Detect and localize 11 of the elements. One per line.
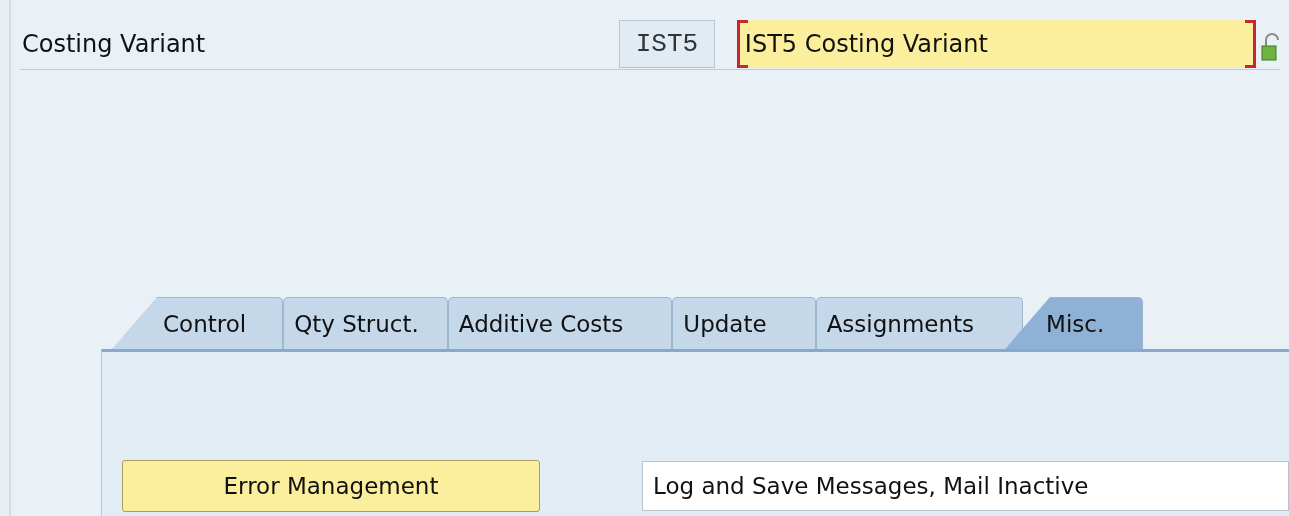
value-field[interactable]: Log and Save Messages, Mail Inactive xyxy=(642,461,1289,511)
tab[interactable]: Update xyxy=(672,297,816,349)
tab[interactable]: Misc. xyxy=(1005,297,1144,349)
tab[interactable]: Qty Struct. xyxy=(283,297,448,349)
error-management-button[interactable]: Error Management xyxy=(122,460,540,512)
description-field[interactable]: IST5 Costing Variant xyxy=(736,20,1256,68)
tab[interactable]: Additive Costs xyxy=(447,297,673,349)
tab[interactable]: Assignments xyxy=(815,297,1024,349)
field-label: Costing Variant xyxy=(21,30,207,58)
code-field[interactable]: IST5 xyxy=(619,20,715,68)
tab[interactable]: Control xyxy=(112,297,284,349)
